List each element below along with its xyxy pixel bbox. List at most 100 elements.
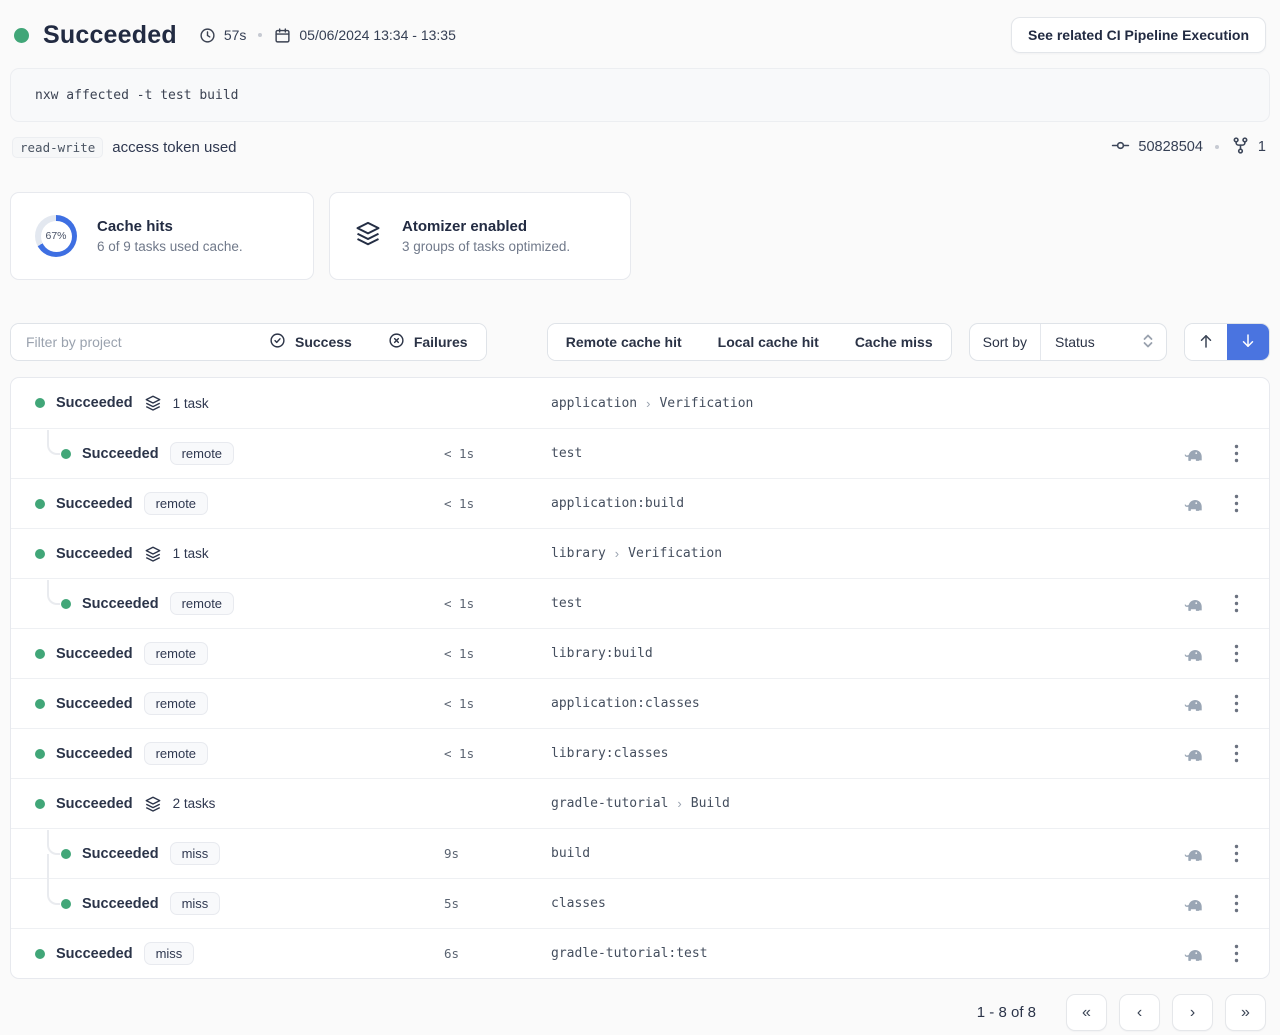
cache-status-badge: remote	[144, 742, 208, 765]
row-status-label: Succeeded	[82, 596, 159, 612]
target-cell: build	[551, 829, 590, 878]
row-status-label: Succeeded	[82, 896, 159, 912]
gradle-elephant-icon[interactable]	[1182, 445, 1204, 462]
row-status-label: Succeeded	[56, 746, 133, 762]
header-bar: Succeeded 57s 05/06/2024 13:34 - 13:35 S…	[14, 16, 1266, 54]
status-dot	[35, 649, 45, 659]
kebab-menu-icon[interactable]	[1234, 594, 1239, 613]
status-dot	[35, 749, 45, 759]
task-row[interactable]: Succeededmiss5sclasses	[11, 878, 1269, 928]
related-pipeline-button[interactable]: See related CI Pipeline Execution	[1011, 17, 1266, 53]
task-row[interactable]: Succeededremote< 1sapplication:build	[11, 478, 1269, 528]
select-chevrons-icon	[1142, 333, 1154, 352]
x-circle-icon	[388, 332, 405, 352]
chevron-right-icon: ›	[615, 546, 619, 561]
target-cell: application:classes	[551, 679, 700, 728]
target-cell: test	[551, 429, 582, 478]
sort-by-label: Sort by	[970, 324, 1040, 360]
gradle-elephant-icon[interactable]	[1182, 945, 1204, 962]
kebab-menu-icon[interactable]	[1234, 644, 1239, 663]
task-row[interactable]: Succeededremote< 1sapplication:classes	[11, 678, 1269, 728]
task-count-label: 1 task	[173, 546, 209, 561]
row-status-cell: Succeeded2 tasks	[35, 779, 215, 828]
project-category: Build	[691, 796, 730, 811]
first-page-button[interactable]: «	[1066, 994, 1107, 1031]
atomizer-card-subtitle: 3 groups of tasks optimized.	[402, 239, 570, 254]
kebab-menu-icon[interactable]	[1234, 444, 1239, 463]
sort-select-value: Status	[1055, 334, 1095, 350]
status-dot	[61, 899, 71, 909]
task-row[interactable]: Succeededremote< 1slibrary:build	[11, 628, 1269, 678]
cache-card-title: Cache hits	[97, 218, 243, 235]
row-actions	[1182, 879, 1239, 928]
cache-card-subtitle: 6 of 9 tasks used cache.	[97, 239, 243, 254]
kebab-menu-icon[interactable]	[1234, 894, 1239, 913]
remote-cache-hit-button[interactable]: Remote cache hit	[548, 324, 700, 360]
sort-ascending-button[interactable]	[1185, 324, 1227, 360]
duration-cell: < 1s	[444, 429, 474, 478]
sort-control: Sort by Status	[969, 323, 1167, 361]
target-cell: gradle-tutorial:test	[551, 929, 708, 978]
task-row[interactable]: Succeededremote < 1s test	[11, 428, 1269, 478]
row-status-cell: Succeededremote	[61, 429, 234, 478]
last-page-button[interactable]: »	[1225, 994, 1266, 1031]
cache-status-badge: remote	[144, 642, 208, 665]
gradle-elephant-icon[interactable]	[1182, 745, 1204, 762]
status-dot	[35, 499, 45, 509]
task-row[interactable]: Succeededremote< 1stest	[11, 578, 1269, 628]
gradle-elephant-icon[interactable]	[1182, 895, 1204, 912]
gradle-elephant-icon[interactable]	[1182, 495, 1204, 512]
kebab-menu-icon[interactable]	[1234, 944, 1239, 963]
cache-percent: 67%	[41, 221, 72, 252]
gradle-elephant-icon[interactable]	[1182, 695, 1204, 712]
row-status-label: Succeeded	[82, 446, 159, 462]
project-name: gradle-tutorial	[551, 796, 668, 811]
failures-filter-button[interactable]: Failures	[370, 324, 486, 360]
cache-status-badge: miss	[170, 842, 221, 865]
prev-page-button[interactable]: ‹	[1119, 994, 1160, 1031]
local-cache-hit-button[interactable]: Local cache hit	[700, 324, 837, 360]
task-group-row[interactable]: Succeeded1 taskapplication›Verification	[11, 378, 1269, 428]
sort-select[interactable]: Status	[1040, 324, 1166, 360]
sort-descending-button[interactable]	[1227, 324, 1269, 360]
gradle-elephant-icon[interactable]	[1182, 845, 1204, 862]
commit-sha[interactable]: 50828504	[1138, 139, 1203, 155]
dot-separator	[258, 33, 262, 37]
task-group-row[interactable]: Succeeded2 tasksgradle-tutorial›Build	[11, 778, 1269, 828]
cache-donut: 67%	[35, 215, 77, 257]
duration-cell: < 1s	[444, 479, 474, 528]
task-row[interactable]: Succeededmiss9sbuild	[11, 828, 1269, 878]
task-row[interactable]: Succeededmiss6sgradle-tutorial:test	[11, 928, 1269, 978]
row-status-label: Succeeded	[56, 646, 133, 662]
cache-status-badge: miss	[170, 892, 221, 915]
task-group-row[interactable]: Succeeded1 tasklibrary›Verification	[11, 528, 1269, 578]
kebab-menu-icon[interactable]	[1234, 694, 1239, 713]
kebab-menu-icon[interactable]	[1234, 744, 1239, 763]
target-cell: library:build	[551, 629, 653, 678]
project-name: library	[551, 546, 606, 561]
branch-icon	[1231, 136, 1250, 159]
cache-status-badge: remote	[144, 492, 208, 515]
status-dot	[35, 799, 45, 809]
layers-icon	[144, 394, 162, 412]
gradle-elephant-icon[interactable]	[1182, 595, 1204, 612]
gradle-elephant-icon[interactable]	[1182, 645, 1204, 662]
kebab-menu-icon[interactable]	[1234, 844, 1239, 863]
task-row[interactable]: Succeededremote< 1slibrary:classes	[11, 728, 1269, 778]
duration-cell: < 1s	[444, 679, 474, 728]
cache-miss-button[interactable]: Cache miss	[837, 324, 951, 360]
next-page-button[interactable]: ›	[1172, 994, 1213, 1031]
arrow-down-icon	[1239, 332, 1257, 353]
failures-filter-label: Failures	[414, 334, 468, 350]
success-filter-button[interactable]: Success	[251, 324, 370, 360]
task-table: Succeeded1 taskapplication›VerificationS…	[10, 377, 1270, 979]
command-text: nxw affected -t test build	[35, 88, 239, 103]
status-dot	[35, 398, 45, 408]
project-cell: library›Verification	[551, 529, 722, 578]
atomizer-card: Atomizer enabled 3 groups of tasks optim…	[329, 192, 631, 280]
filter-project-input[interactable]	[11, 324, 251, 360]
kebab-menu-icon[interactable]	[1234, 494, 1239, 513]
success-filter-label: Success	[295, 334, 352, 350]
row-status-label: Succeeded	[56, 946, 133, 962]
row-actions	[1182, 829, 1239, 878]
